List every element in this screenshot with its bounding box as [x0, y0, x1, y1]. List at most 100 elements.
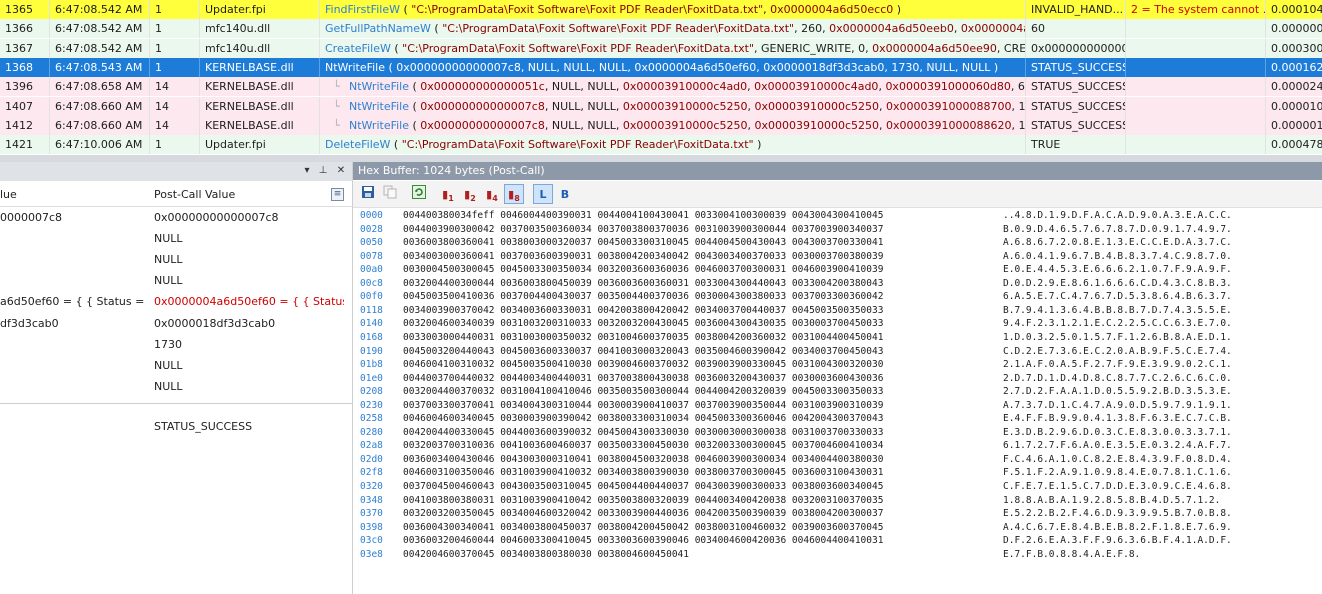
hex-row[interactable]: 0348 0041003800380031 0031003900410042 00… — [353, 494, 1322, 508]
api-function-name: GetFullPathNameW — [325, 22, 431, 35]
api-arg-text: ) — [753, 138, 762, 151]
parameter-row[interactable]: df3d3cab0 0x0000018df3d3cab0 — [0, 313, 352, 334]
hex-ascii: A.6.0.4.1.9.6.7.B.4.B.8.3.7.4.C.9.8.7.0. — [1003, 250, 1232, 262]
hex-ascii: C.D.2.E.7.3.6.E.C.2.0.A.B.9.F.5.C.E.7.4. — [1003, 345, 1232, 357]
parameter-row[interactable]: a6d50ef60 = { { Status = S... 0x0000004a6… — [0, 291, 352, 312]
pin-icon[interactable]: ⊥ — [316, 164, 330, 178]
two-byte-grouping-button[interactable]: ▮2 — [460, 184, 480, 204]
hex-row[interactable]: 02f8 0046003100350046 0031003900410032 00… — [353, 466, 1322, 480]
hex-row[interactable]: 0258 0046004600340045 0030003900390042 00… — [353, 412, 1322, 426]
hex-row[interactable]: 01b8 0046004100310032 0045003500410030 00… — [353, 358, 1322, 372]
hex-row[interactable]: 02a8 0032003700310036 0041003600460037 00… — [353, 439, 1322, 453]
left-align-icon[interactable]: L — [533, 184, 553, 204]
pre-call-value: a6d50ef60 = { { Status = S... — [0, 295, 144, 308]
hex-row[interactable]: 0078 0034003000360041 0037003600390031 00… — [353, 250, 1322, 264]
api-function-name: FindFirstFileW — [325, 3, 400, 16]
hex-row[interactable]: 0320 0037004500460043 0043003500310045 00… — [353, 480, 1322, 494]
hex-row[interactable]: 0140 0032004600340039 0031003200310033 00… — [353, 317, 1322, 331]
refresh-icon[interactable] — [409, 184, 429, 204]
horizontal-splitter[interactable] — [0, 155, 1322, 162]
call-row[interactable]: 1367 6:47:08.542 AM 1 mfc140u.dll CreateFile… — [0, 39, 1322, 58]
post-call-value-header[interactable]: Post-Call Value — [154, 184, 235, 206]
hex-bytes: 0046003100350046 0031003900410032 003400… — [403, 467, 884, 479]
hex-row[interactable]: 0208 0032004400370032 0031004100410046 00… — [353, 385, 1322, 399]
hex-ascii: A.6.8.6.7.2.0.8.E.1.3.E.C.C.E.D.A.3.7.C. — [1003, 237, 1232, 249]
call-time: 6:47:08.660 AM — [50, 116, 150, 135]
parameter-row[interactable]: NULL — [0, 355, 352, 376]
parameter-row[interactable]: NULL — [0, 270, 352, 291]
api-function-name: NtWriteFile — [349, 100, 409, 113]
hex-row[interactable]: 02d0 0036003400430046 0043003000310041 00… — [353, 453, 1322, 467]
call-api: FindFirstFileW ( "C:\ProgramData\Foxit S… — [320, 0, 1026, 19]
hex-row[interactable]: 0028 0044003900300042 0037003500360034 00… — [353, 223, 1322, 237]
hex-offset: 0000 — [360, 210, 383, 221]
hex-row[interactable]: 00c8 0032004400300044 0036003800450039 00… — [353, 277, 1322, 291]
post-call-value: NULL — [154, 253, 183, 266]
parameter-row[interactable]: NULL — [0, 249, 352, 270]
hex-row[interactable]: 0230 0037003300370041 0034004300310044 00… — [353, 399, 1322, 413]
call-row[interactable]: 1396 6:47:08.658 AM 14 KERNELBASE.dll └ NtWri… — [0, 77, 1322, 96]
hex-row[interactable]: 0050 0036003800360041 0038003000320037 00… — [353, 236, 1322, 250]
call-return-value: TRUE — [1026, 135, 1126, 154]
hex-offset: 0168 — [360, 331, 383, 343]
column-chooser-icon[interactable]: ≡ — [331, 188, 344, 201]
hex-row[interactable]: 0118 0034003900370042 0034003600330031 00… — [353, 304, 1322, 318]
api-arg-text: , NULL, NULL, — [544, 80, 623, 93]
hex-row[interactable]: 00f0 0045003500410036 0037004400430037 00… — [353, 290, 1322, 304]
hex-row[interactable]: 0190 0045003200440043 0045003600330037 00… — [353, 345, 1322, 359]
hex-row[interactable]: 03c0 0036003200460044 0046003300410045 00… — [353, 534, 1322, 548]
return-row[interactable]: STATUS_SUCCESS — [0, 416, 352, 437]
dropdown-arrow-icon[interactable]: ▾ — [300, 164, 314, 178]
call-thread: 14 — [150, 77, 200, 96]
call-row[interactable]: 1366 6:47:08.542 AM 1 mfc140u.dll GetFullPat… — [0, 19, 1322, 38]
hex-ascii: A.7.3.7.D.1.C.4.7.A.9.0.D.5.9.7.9.1.9.1. — [1003, 399, 1232, 411]
hex-row[interactable]: 01e0 0044003700440032 0044003400440031 00… — [353, 372, 1322, 386]
call-error — [1126, 97, 1266, 116]
call-thread: 1 — [150, 135, 200, 154]
call-error — [1126, 58, 1266, 77]
hex-row[interactable]: 03e8 0042004600370045 0034003800380030 00… — [353, 548, 1322, 562]
pre-call-value-header[interactable]: lue — [0, 184, 17, 206]
tree-connector-icon: └ — [333, 80, 340, 93]
call-module: KERNELBASE.dll — [200, 77, 320, 96]
hex-bytes: 0046004100310032 0045003500410030 003900… — [403, 359, 884, 371]
close-icon[interactable]: ✕ — [334, 164, 348, 178]
hex-ascii: F.5.1.F.2.A.9.1.0.9.8.4.E.0.7.8.1.C.1.6. — [1003, 467, 1232, 479]
parameter-row[interactable]: NULL — [0, 228, 352, 249]
parameter-row[interactable]: NULL — [0, 376, 352, 397]
save-icon[interactable] — [358, 184, 378, 204]
call-row[interactable]: 1412 6:47:08.660 AM 14 KERNELBASE.dll └ NtWri… — [0, 116, 1322, 135]
hex-row[interactable]: 0168 0033003000440031 0031003000350032 00… — [353, 331, 1322, 345]
api-call-list[interactable]: 1365 6:47:08.542 AM 1 Updater.fpi FindFirstF… — [0, 0, 1322, 155]
hex-bytes: 004400380034feff 0046004400390031 004400… — [403, 210, 884, 221]
api-arg-text: , — [953, 22, 961, 35]
return-value: STATUS_SUCCESS — [154, 420, 253, 433]
copy-icon[interactable] — [380, 184, 400, 204]
four-byte-grouping-button[interactable]: ▮4 — [482, 184, 502, 204]
hex-row[interactable]: 0000 004400380034feff 0046004400390031 00… — [353, 209, 1322, 223]
hex-row[interactable]: 0370 0032003200350045 0034004600320042 00… — [353, 507, 1322, 521]
bytes-icon[interactable]: B — [555, 184, 575, 204]
hex-row[interactable]: 00a0 0030004500300045 0045003300350034 00… — [353, 263, 1322, 277]
call-error — [1126, 135, 1266, 154]
hex-row[interactable]: 0398 0036004300340041 0034003800450037 00… — [353, 521, 1322, 535]
api-arg-text: ( — [430, 22, 443, 35]
eight-byte-grouping-button[interactable]: ▮8 — [504, 184, 524, 204]
parameter-row[interactable]: 1730 — [0, 334, 352, 355]
call-return-value: 60 — [1026, 19, 1126, 38]
call-row[interactable]: 1407 6:47:08.660 AM 14 KERNELBASE.dll └ NtWri… — [0, 97, 1322, 116]
hex-offset: 00f0 — [360, 291, 383, 303]
hex-row[interactable]: 0280 0042004400330045 0044003600390032 00… — [353, 426, 1322, 440]
api-function-name: DeleteFileW — [325, 138, 391, 151]
post-call-value: 0x00000000000007c8 — [154, 211, 279, 224]
one-byte-grouping-button[interactable]: ▮1 — [438, 184, 458, 204]
call-number: 1407 — [0, 97, 50, 116]
call-duration: 0.0000009 — [1271, 22, 1322, 35]
hex-offset: 0258 — [360, 413, 383, 425]
call-row[interactable]: 1421 6:47:10.006 AM 1 Updater.fpi DeleteFile… — [0, 135, 1322, 154]
call-row[interactable]: 1368 6:47:08.543 AM 1 KERNELBASE.dll NtWrite… — [0, 58, 1322, 77]
call-thread: 14 — [150, 97, 200, 116]
call-row[interactable]: 1365 6:47:08.542 AM 1 Updater.fpi FindFirstF… — [0, 0, 1322, 19]
parameter-row[interactable]: 0000007c8 0x00000000000007c8 — [0, 207, 352, 228]
parameters-pane: ▾ ⊥ ✕ lue Post-Call Value ≡ 0000007c8 0x0… — [0, 162, 353, 594]
